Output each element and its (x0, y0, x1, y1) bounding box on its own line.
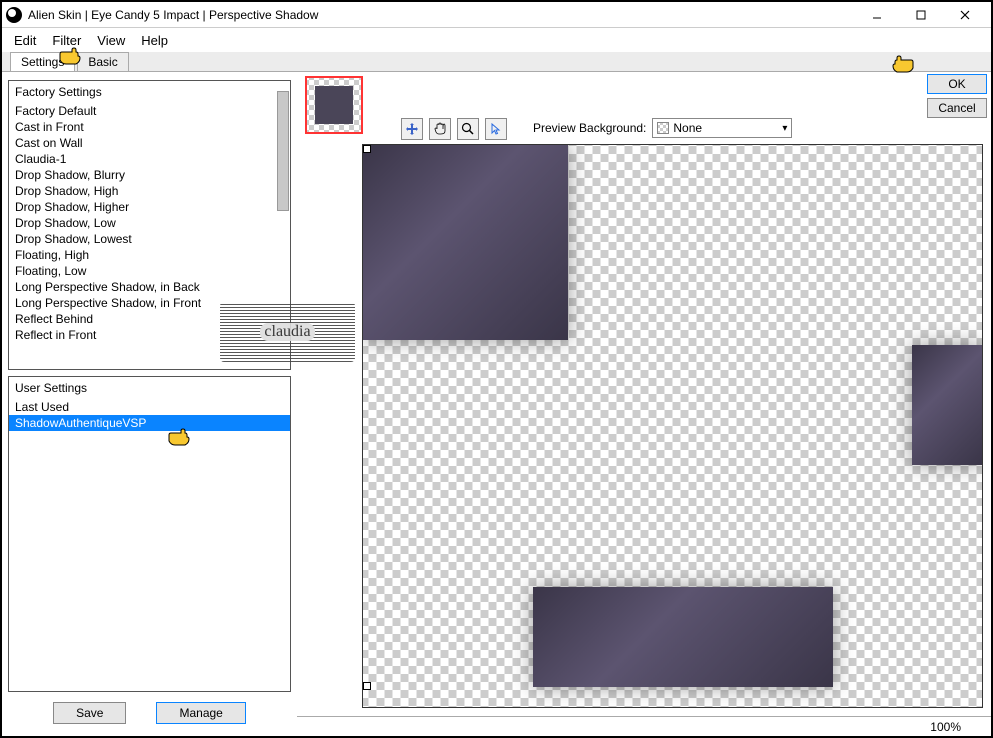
preview-bg-label: Preview Background: (533, 121, 646, 135)
user-settings-header: User Settings (9, 377, 290, 399)
list-item[interactable]: Last Used (9, 399, 290, 415)
maximize-button[interactable] (899, 3, 943, 27)
menu-view[interactable]: View (97, 33, 125, 48)
pointer-tool-icon[interactable] (485, 118, 507, 140)
list-item[interactable]: Drop Shadow, Higher (9, 199, 290, 215)
preview-bg-value: None (673, 121, 702, 135)
minimize-button[interactable] (855, 3, 899, 27)
list-item[interactable]: Factory Default (9, 103, 290, 119)
list-item[interactable]: Long Perspective Shadow, in Front (9, 295, 290, 311)
list-item[interactable]: Floating, Low (9, 263, 290, 279)
save-button[interactable]: Save (53, 702, 126, 724)
cancel-button[interactable]: Cancel (927, 98, 987, 118)
zoom-tool-icon[interactable] (457, 118, 479, 140)
menu-help[interactable]: Help (141, 33, 168, 48)
window-title: Alien Skin | Eye Candy 5 Impact | Perspe… (28, 8, 855, 22)
preview-bg-dropdown[interactable]: None (652, 118, 792, 138)
list-item[interactable]: Reflect in Front (9, 327, 290, 343)
list-item[interactable]: Claudia-1 (9, 151, 290, 167)
scrollbar-thumb[interactable] (277, 91, 289, 211)
move-tool-icon[interactable] (401, 118, 423, 140)
factory-settings-header: Factory Settings (9, 81, 290, 103)
right-panel: Preview Background: None OK Cancel (297, 72, 991, 736)
manage-button[interactable]: Manage (156, 702, 245, 724)
selection-handle[interactable] (363, 145, 371, 153)
menubar: Edit Filter View Help (2, 28, 991, 52)
titlebar: Alien Skin | Eye Candy 5 Impact | Perspe… (2, 2, 991, 28)
tab-row: Settings Basic (2, 52, 991, 72)
tab-basic[interactable]: Basic (77, 52, 128, 71)
list-item[interactable]: Reflect Behind (9, 311, 290, 327)
app-icon (6, 7, 22, 23)
list-item[interactable]: ShadowAuthentiqueVSP (9, 415, 290, 431)
checker-swatch-icon (657, 122, 669, 134)
menu-filter[interactable]: Filter (52, 33, 81, 48)
preview-shape (912, 345, 982, 465)
status-bar: 100% (297, 716, 991, 736)
preview-canvas[interactable] (362, 144, 983, 708)
close-button[interactable] (943, 3, 987, 27)
zoom-level: 100% (930, 720, 961, 734)
preview-shape (363, 145, 568, 340)
hand-tool-icon[interactable] (429, 118, 451, 140)
list-item[interactable]: Drop Shadow, Low (9, 215, 290, 231)
user-settings-list[interactable]: User Settings Last Used ShadowAuthentiqu… (8, 376, 291, 692)
list-item[interactable]: Drop Shadow, Lowest (9, 231, 290, 247)
selection-handle[interactable] (363, 682, 371, 690)
list-item[interactable]: Long Perspective Shadow, in Back (9, 279, 290, 295)
list-item[interactable]: Cast in Front (9, 119, 290, 135)
tab-settings[interactable]: Settings (10, 52, 75, 71)
ok-button[interactable]: OK (927, 74, 987, 94)
preview-shape (533, 587, 833, 687)
list-item[interactable]: Cast on Wall (9, 135, 290, 151)
list-item[interactable]: Floating, High (9, 247, 290, 263)
list-item[interactable]: Drop Shadow, Blurry (9, 167, 290, 183)
menu-edit[interactable]: Edit (14, 33, 36, 48)
left-panel: Factory Settings Factory Default Cast in… (2, 72, 297, 736)
factory-settings-list[interactable]: Factory Settings Factory Default Cast in… (8, 80, 291, 370)
thumbnail-preview[interactable] (305, 76, 363, 134)
list-item[interactable]: Drop Shadow, High (9, 183, 290, 199)
